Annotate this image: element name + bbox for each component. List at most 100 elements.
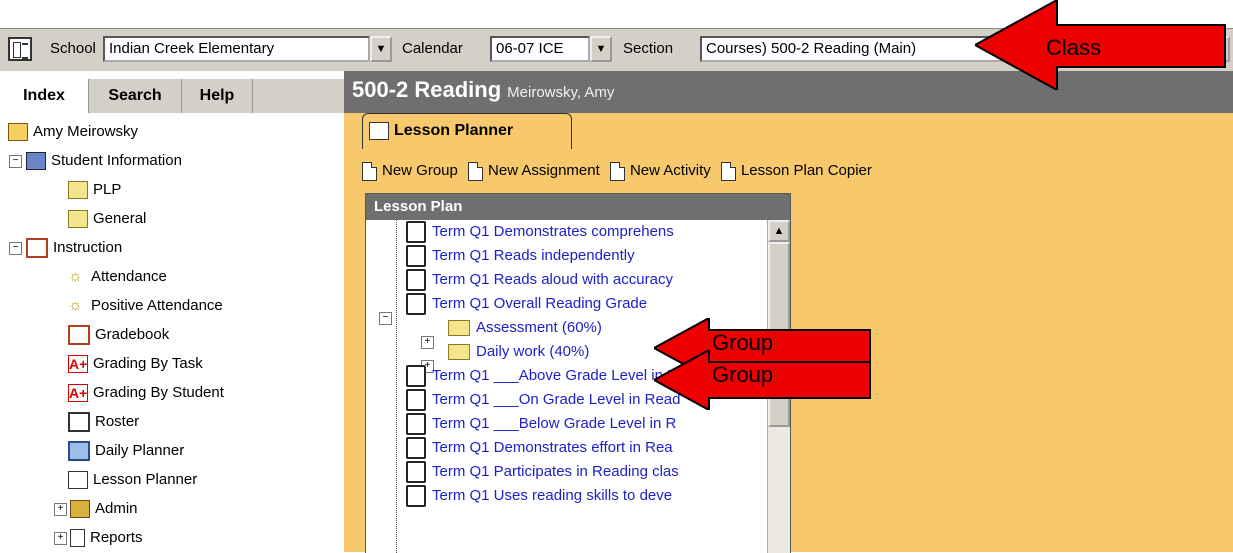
assignment-label: Term Q1 Overall Reading Grade xyxy=(432,295,648,312)
scroll-up-button[interactable]: ▲ xyxy=(768,220,790,242)
assignment-label: Term Q1 Reads independently xyxy=(432,247,635,264)
tree-item-gradebook[interactable]: Gradebook xyxy=(68,322,169,348)
list-item[interactable]: Term Q1 ___Below Grade Level in R xyxy=(406,412,676,436)
grade-a-plus-icon: A+ xyxy=(68,384,88,403)
tree-item-label: Lesson Planner xyxy=(93,471,198,488)
attendance-icon: ☼ xyxy=(68,297,83,315)
new-group-button[interactable]: New Group xyxy=(362,161,458,181)
class-annotation-label: Class xyxy=(1046,35,1102,60)
assignment-icon xyxy=(406,269,426,292)
list-item[interactable]: Term Q1 Reads independently xyxy=(406,244,635,268)
new-activity-button[interactable]: New Activity xyxy=(609,161,711,181)
nav-tabs: Index Search Help xyxy=(0,79,344,113)
group-item-daily-work[interactable]: Daily work (40%) xyxy=(448,340,589,364)
collapse-instruction[interactable]: − xyxy=(9,242,22,255)
assignment-label: Term Q1 ___Below Grade Level in R xyxy=(432,415,677,432)
tree-item-grading-by-task[interactable]: A+ Grading By Task xyxy=(68,351,203,377)
document-icon xyxy=(70,529,85,548)
tab-index[interactable]: Index xyxy=(0,79,89,113)
expand-admin[interactable]: + xyxy=(54,503,67,516)
document-icon xyxy=(468,161,484,181)
attendance-icon: ☼ xyxy=(68,268,83,286)
section-label: Section xyxy=(623,40,674,57)
lesson-toolbar: New Group New Assignment New Activity Le… xyxy=(362,157,878,185)
tree-item-label: Instruction xyxy=(53,239,123,256)
tree-item-reports[interactable]: Reports xyxy=(70,525,143,551)
lesson-plan-header: Lesson Plan xyxy=(366,194,790,220)
calendar-label: Calendar xyxy=(402,40,463,57)
collapse-overall-reading[interactable]: − xyxy=(379,312,392,325)
tab-search[interactable]: Search xyxy=(89,79,182,113)
tree-item-label: Positive Attendance xyxy=(91,297,223,314)
assignment-label: Term Q1 Reads aloud with accuracy xyxy=(432,271,673,288)
assignment-label: Term Q1 Participates in Reading clas xyxy=(432,463,679,480)
new-assignment-button[interactable]: New Assignment xyxy=(468,161,600,181)
school-dropdown-button[interactable]: ▼ xyxy=(370,36,392,62)
tree-item-admin[interactable]: Admin xyxy=(70,496,138,522)
assignment-icon xyxy=(406,245,426,268)
instruction-icon xyxy=(26,238,48,259)
tree-item-positive-attendance[interactable]: ☼ Positive Attendance xyxy=(68,293,223,319)
lesson-plan-copier-button[interactable]: Lesson Plan Copier xyxy=(720,161,872,181)
folder-icon xyxy=(448,344,470,361)
assignment-icon xyxy=(406,485,426,508)
expand-reports[interactable]: + xyxy=(54,532,67,545)
collapse-student-information[interactable]: − xyxy=(9,155,22,168)
tab-lesson-planner[interactable]: Lesson Planner xyxy=(362,113,572,149)
list-item[interactable]: Term Q1 Uses reading skills to deve xyxy=(406,484,672,508)
folder-icon xyxy=(448,320,470,337)
tab-help[interactable]: Help xyxy=(182,79,253,113)
assignment-label: Term Q1 Uses reading skills to deve xyxy=(432,487,673,504)
tree-item-plp[interactable]: PLP xyxy=(68,177,121,203)
tree-item-general[interactable]: General xyxy=(68,206,146,232)
assignment-icon xyxy=(406,461,426,484)
tab-label: Lesson Planner xyxy=(394,122,514,139)
list-item[interactable]: Term Q1 ___On Grade Level in Read xyxy=(406,388,680,412)
new-assignment-label: New Assignment xyxy=(488,162,600,179)
calendar-select[interactable]: 06-07 ICE xyxy=(490,36,590,62)
lesson-planner-icon xyxy=(68,471,88,490)
list-item[interactable]: Term Q1 Demonstrates effort in Rea xyxy=(406,436,673,460)
tree-item-label: Attendance xyxy=(91,268,167,285)
assignment-icon xyxy=(406,389,426,412)
menu-toggle-icon[interactable] xyxy=(8,37,32,61)
tree-item-label: Admin xyxy=(95,500,138,517)
assignment-label: Term Q1 Demonstrates comprehens xyxy=(432,223,674,240)
list-item[interactable]: Term Q1 Demonstrates comprehens xyxy=(406,220,674,244)
admin-icon xyxy=(70,500,90,519)
expand-assessment[interactable]: + xyxy=(421,336,434,349)
page-title: 500-2 Reading Meirowsky, Amy xyxy=(352,77,614,103)
tree-item-roster[interactable]: Roster xyxy=(68,409,139,435)
list-item[interactable]: Term Q1 ___Above Grade Level in R xyxy=(406,364,678,388)
gradebook-icon xyxy=(68,325,90,346)
tree-item-attendance[interactable]: ☼ Attendance xyxy=(68,264,167,290)
student-info-icon xyxy=(26,152,46,171)
tree-item-lesson-planner[interactable]: Lesson Planner xyxy=(68,467,197,493)
assignment-icon xyxy=(406,221,426,244)
tree-item-label: Grading By Task xyxy=(93,355,203,372)
list-item[interactable]: Term Q1 Overall Reading Grade xyxy=(406,292,647,316)
tree-item-grading-by-student[interactable]: A+ Grading By Student xyxy=(68,380,224,406)
tree-item-daily-planner[interactable]: Daily Planner xyxy=(68,438,184,464)
tree-item-instruction[interactable]: Instruction xyxy=(26,235,122,261)
tree-item-label: Daily Planner xyxy=(95,442,185,459)
tree-item-user[interactable]: Amy Meirowsky xyxy=(8,119,138,145)
calendar-dropdown-button[interactable]: ▼ xyxy=(590,36,612,62)
school-select[interactable]: Indian Creek Elementary xyxy=(103,36,370,62)
assignment-label: Term Q1 Demonstrates effort in Rea xyxy=(432,439,673,456)
new-group-label: New Group xyxy=(382,162,458,179)
list-item[interactable]: Term Q1 Participates in Reading clas xyxy=(406,460,679,484)
tree-item-label: Grading By Student xyxy=(93,384,224,401)
assignment-icon xyxy=(406,365,426,388)
tree-item-student-information[interactable]: Student Information xyxy=(26,148,182,174)
assignment-icon xyxy=(406,437,426,460)
section-title: 500-2 Reading xyxy=(352,77,502,102)
lesson-planner-icon xyxy=(369,121,389,140)
list-item[interactable]: Term Q1 Reads aloud with accuracy xyxy=(406,268,673,292)
group-item-assessment[interactable]: Assessment (60%) xyxy=(448,316,602,340)
assignment-icon xyxy=(406,413,426,436)
user-icon xyxy=(8,123,28,142)
main-panel: 500-2 Reading Meirowsky, Amy Lesson Plann… xyxy=(344,71,1233,553)
tree-connector xyxy=(396,220,397,553)
teacher-name: Meirowsky, Amy xyxy=(507,84,615,101)
